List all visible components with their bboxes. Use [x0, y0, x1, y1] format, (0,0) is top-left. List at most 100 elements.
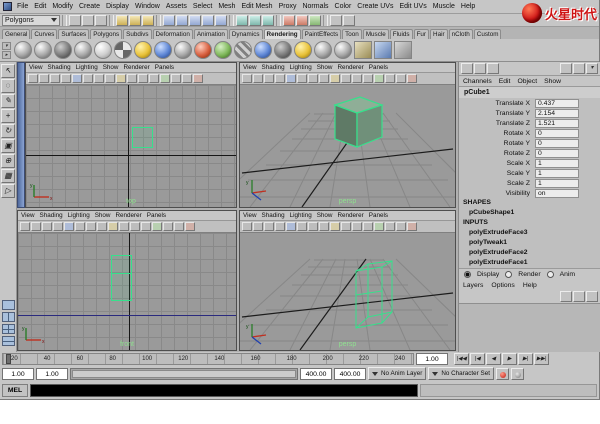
vp-menu-show[interactable]: Show — [317, 64, 333, 71]
viewport-toolbar-icon[interactable] — [53, 222, 63, 231]
viewport-toolbar-icon[interactable] — [297, 74, 307, 83]
menu-normals[interactable]: Normals — [301, 3, 329, 10]
viewport-toolbar-icon[interactable] — [20, 222, 30, 231]
menu-color[interactable]: Color — [334, 3, 353, 10]
viewport-toolbar-icon[interactable] — [396, 222, 406, 231]
move-tool-icon[interactable]: + — [1, 109, 15, 123]
shelf-material-sphere-icon[interactable] — [14, 41, 32, 59]
shelf-tab-surfaces[interactable]: Surfaces — [58, 29, 89, 39]
vp-menu-shading[interactable]: Shading — [48, 64, 71, 71]
shelf-material-sphere-icon[interactable] — [294, 41, 312, 59]
attr-label[interactable]: Translate Y — [459, 110, 535, 117]
viewport-toolbar-icon[interactable] — [330, 222, 340, 231]
viewport-toolbar-icon[interactable] — [160, 74, 170, 83]
viewport-persp-shaded[interactable]: View Shading Lighting Show Renderer Pane… — [239, 62, 456, 208]
attr-value-field[interactable]: 0 — [535, 129, 579, 138]
shelf-material-sphere-icon[interactable] — [74, 41, 92, 59]
shelf-scroll-icon[interactable]: ▸ — [2, 51, 11, 59]
menu-select[interactable]: Select — [192, 3, 213, 10]
anim-start-field[interactable]: 1.00 — [2, 368, 34, 380]
select-hierarchy-icon[interactable] — [116, 15, 128, 26]
shelf-tab-curves[interactable]: Curves — [31, 29, 57, 39]
viewport-toolbar-icon[interactable] — [185, 222, 195, 231]
lasso-tool-icon[interactable]: ◌ — [1, 79, 15, 93]
viewport-toolbar-icon[interactable] — [72, 74, 82, 83]
attr-value-field[interactable]: 2.154 — [535, 109, 579, 118]
viewport-toolbar-icon[interactable] — [297, 222, 307, 231]
shelf-tab-subdivs[interactable]: Subdivs — [123, 29, 151, 39]
viewport-toolbar-icon[interactable] — [127, 74, 137, 83]
shelf-texture-sphere-icon[interactable] — [234, 41, 252, 59]
attr-label[interactable]: Rotate X — [459, 130, 535, 137]
panel-menu-icon[interactable]: ▾ — [586, 63, 598, 74]
viewport-toolbar-icon[interactable] — [363, 222, 373, 231]
range-slider-handle[interactable] — [72, 370, 296, 378]
layer-menu-help[interactable]: Help — [523, 282, 537, 289]
output-connections-icon[interactable] — [249, 15, 261, 26]
command-line-input[interactable] — [30, 384, 418, 397]
shelf-tab-ncloth[interactable]: nCloth — [449, 29, 473, 39]
go-to-start-button[interactable]: |◀◀ — [454, 353, 469, 365]
shelf-material-sphere-icon[interactable] — [214, 41, 232, 59]
viewport-toolbar-icon[interactable] — [182, 74, 192, 83]
menu-edit-mesh[interactable]: Edit Mesh — [240, 3, 273, 10]
shelf-tab-custom[interactable]: Custom — [474, 29, 502, 39]
rotate-tool-icon[interactable]: ↻ — [1, 124, 15, 138]
menu-display[interactable]: Display — [105, 3, 130, 10]
layer-list[interactable] — [459, 303, 600, 352]
viewport-toolbar-icon[interactable] — [253, 222, 263, 231]
viewport-toolbar-icon[interactable] — [105, 74, 115, 83]
vp-menu-panels[interactable]: Panels — [147, 212, 166, 219]
viewport-toolbar-icon[interactable] — [319, 74, 329, 83]
attr-label[interactable]: Scale X — [459, 160, 535, 167]
channel-speed-icon[interactable] — [474, 63, 486, 74]
vp-menu-view[interactable]: View — [243, 212, 257, 219]
vp-menu-shading[interactable]: Shading — [262, 212, 285, 219]
viewport-toolbar-icon[interactable] — [341, 74, 351, 83]
viewport-toolbar-icon[interactable] — [275, 222, 285, 231]
shelf-tab-muscle[interactable]: Muscle — [363, 29, 389, 39]
cb-menu-show[interactable]: Show — [544, 78, 561, 85]
viewport-toolbar-icon[interactable] — [138, 74, 148, 83]
menu-window[interactable]: Window — [134, 3, 161, 10]
layout-four-pane-icon[interactable] — [2, 324, 15, 334]
playback-end-field[interactable]: 400.00 — [300, 368, 332, 380]
vp-menu-shading[interactable]: Shading — [262, 64, 285, 71]
menu-create-uvs[interactable]: Create UVs — [356, 3, 394, 10]
shelf-material-sphere-icon[interactable] — [34, 41, 52, 59]
viewport-toolbar-icon[interactable] — [83, 74, 93, 83]
current-frame-field[interactable]: 1.00 — [416, 353, 448, 365]
viewport-toolbar-icon[interactable] — [42, 222, 52, 231]
viewport-toolbar-icon[interactable] — [275, 74, 285, 83]
show-channelbox-icon[interactable] — [560, 63, 572, 74]
shelf-camera-icon[interactable] — [374, 41, 392, 59]
save-scene-icon[interactable] — [95, 15, 107, 26]
viewport-toolbar-icon[interactable] — [94, 74, 104, 83]
vp-menu-renderer[interactable]: Renderer — [115, 212, 141, 219]
viewport-toolbar-icon[interactable] — [28, 74, 38, 83]
menu-help[interactable]: Help — [460, 3, 476, 10]
shelf-tab-deformation[interactable]: Deformation — [153, 29, 193, 39]
last-tool-icon[interactable]: ▷ — [1, 184, 15, 198]
shelf-tab-animation[interactable]: Animation — [194, 29, 228, 39]
shelf-material-sphere-icon[interactable] — [154, 41, 172, 59]
snap-curve-icon[interactable] — [176, 15, 188, 26]
shelf-checker-sphere-icon[interactable] — [114, 41, 132, 59]
selected-cube-top-view[interactable] — [132, 127, 153, 148]
channel-hyperbolic-icon[interactable] — [487, 63, 499, 74]
play-forwards-button[interactable]: ▶ — [502, 353, 517, 365]
viewport-toolbar-icon[interactable] — [141, 222, 151, 231]
anim-layer-dropdown[interactable]: No Anim Layer — [368, 367, 426, 380]
shelf-material-sphere-icon[interactable] — [134, 41, 152, 59]
shelf-material-sphere-icon[interactable] — [194, 41, 212, 59]
play-backwards-button[interactable]: ◀ — [486, 353, 501, 365]
viewport-toolbar-icon[interactable] — [374, 222, 384, 231]
viewport-toolbar-icon[interactable] — [286, 74, 296, 83]
input-connections-icon[interactable] — [236, 15, 248, 26]
viewport-toolbar-icon[interactable] — [193, 74, 203, 83]
radio-render[interactable] — [505, 271, 512, 278]
attr-value-field[interactable]: 0 — [535, 139, 579, 148]
vp-menu-view[interactable]: View — [21, 212, 35, 219]
viewport-toolbar-icon[interactable] — [174, 222, 184, 231]
paint-select-tool-icon[interactable]: ✎ — [1, 94, 15, 108]
